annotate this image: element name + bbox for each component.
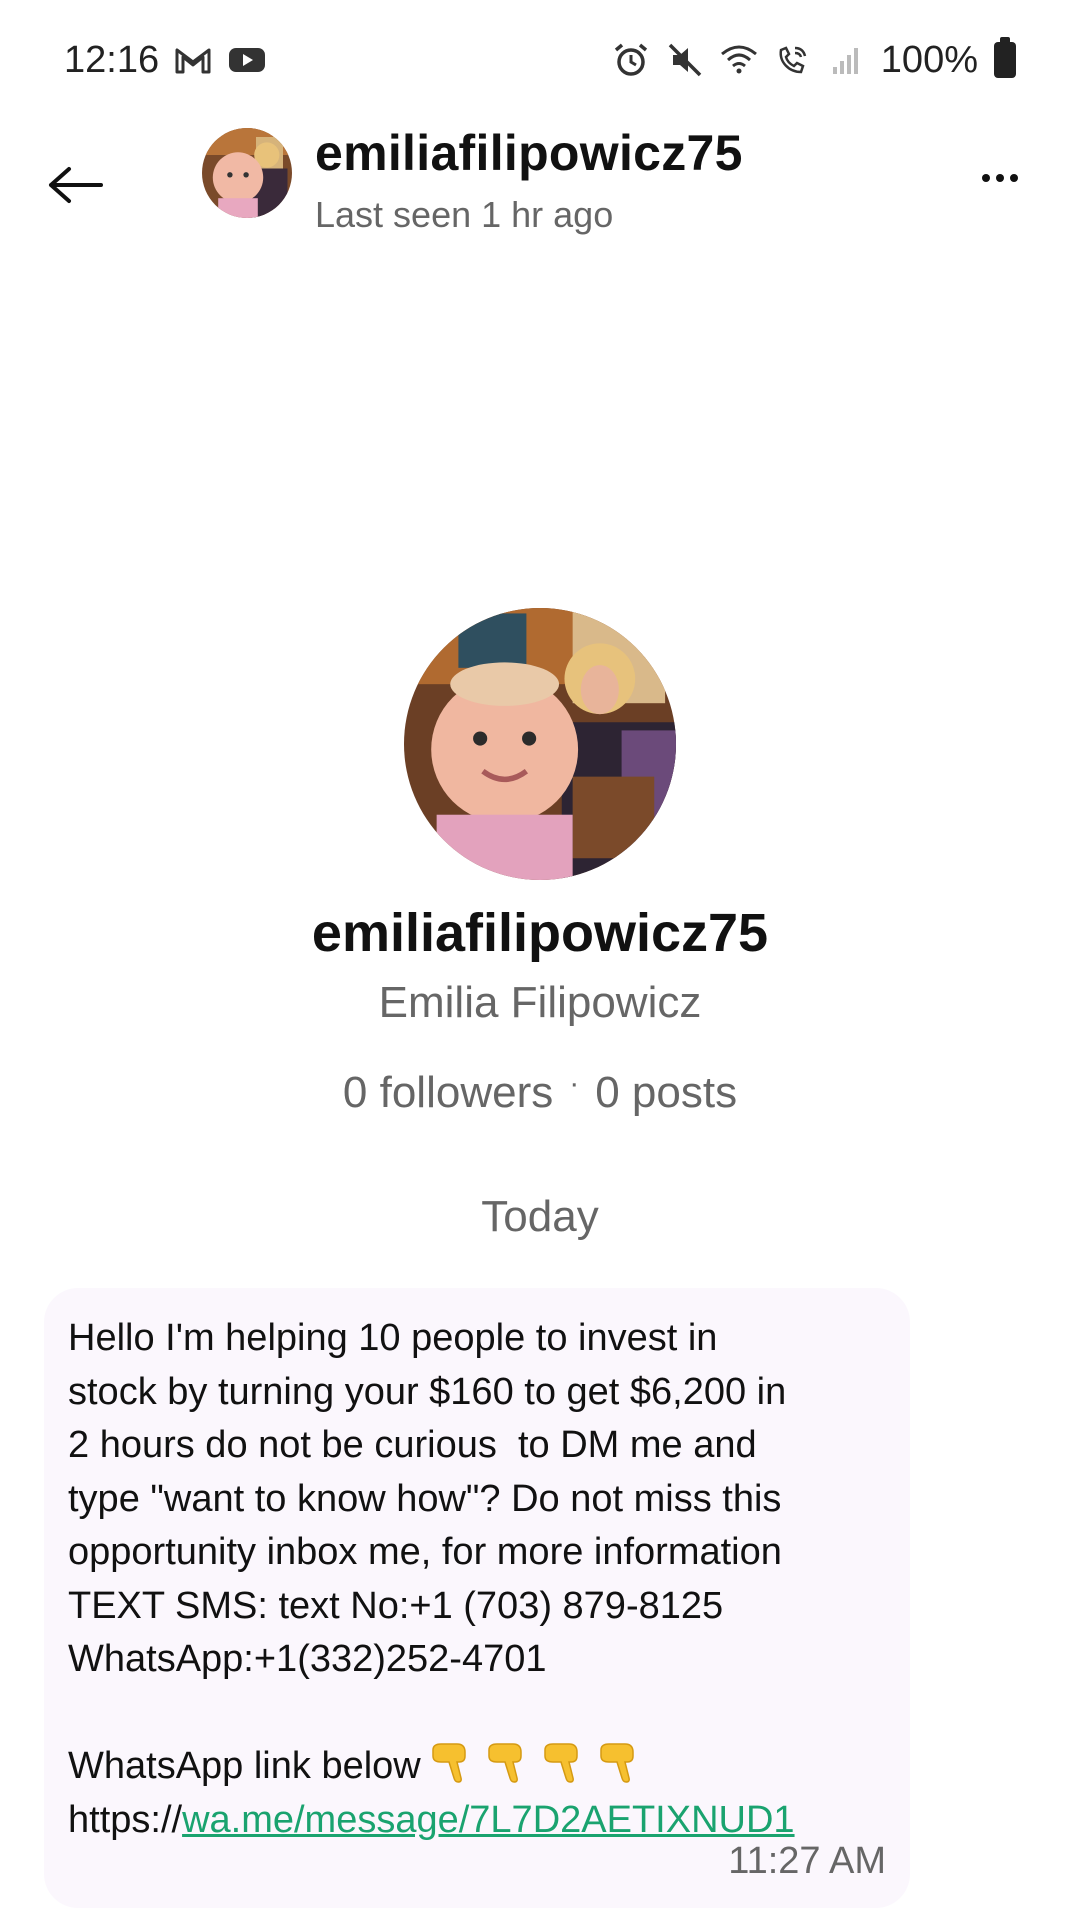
battery-icon <box>994 37 1016 78</box>
date-divider: Today <box>481 1192 599 1241</box>
stats-separator: · <box>569 1067 580 1100</box>
status-time: 12:16 <box>64 38 160 81</box>
status-bar: 12:16 100% <box>0 0 1080 120</box>
profile-display-name: Emilia Filipowicz <box>378 978 702 1027</box>
last-seen-status: Last seen 1 hr ago <box>315 194 614 235</box>
signal-icon <box>832 48 858 74</box>
back-button[interactable] <box>40 150 110 220</box>
posts-count: 0 posts <box>595 1068 738 1117</box>
status-left: 12:16 <box>64 39 267 82</box>
message-text: Hello I'm helping 10 people to invest in… <box>68 1317 787 1680</box>
back-arrow-icon <box>49 167 103 203</box>
message-bubble[interactable]: Hello I'm helping 10 people to invest in… <box>44 1288 910 1908</box>
more-options-icon <box>982 174 990 182</box>
wifi-calling-icon <box>779 46 807 74</box>
pointing-down-hand-icon <box>431 1743 466 1783</box>
pointing-down-emojis <box>427 1740 643 1784</box>
message-timestamp: 11:27 AM <box>728 1840 886 1882</box>
pointing-down-hand-icon <box>599 1743 634 1783</box>
header-username[interactable]: emiliafilipowicz75 <box>315 124 743 182</box>
alarm-icon <box>614 43 647 76</box>
pointing-down-hand-icon <box>543 1743 578 1783</box>
mute-icon <box>668 43 702 77</box>
profile-avatar[interactable] <box>404 608 676 880</box>
youtube-icon <box>229 48 266 72</box>
message-body: Hello I'm helping 10 people to invest in… <box>68 1312 886 1847</box>
wifi-icon <box>720 45 757 74</box>
whatsapp-link[interactable]: wa.me/message/7L7D2AETIXNUD1 <box>182 1799 794 1841</box>
whatsapp-link-intro: WhatsApp link below <box>68 1745 421 1787</box>
link-prefix: https:// <box>68 1798 183 1841</box>
header-avatar[interactable] <box>202 128 292 218</box>
battery-percent: 100% <box>880 38 978 81</box>
chat-header: emiliafilipowicz75 Last seen 1 hr ago <box>0 120 1080 250</box>
profile-stats: 0 followers · 0 posts <box>0 1067 1080 1118</box>
profile-avatar-image <box>404 608 676 880</box>
avatar-image <box>202 128 292 218</box>
followers-count: 0 followers <box>342 1068 554 1117</box>
pointing-down-hand-icon <box>487 1743 522 1783</box>
profile-username: emiliafilipowicz75 <box>311 903 769 963</box>
status-right: 100% <box>611 37 1016 82</box>
gmail-icon <box>175 48 211 74</box>
more-options-button[interactable] <box>970 148 1030 208</box>
